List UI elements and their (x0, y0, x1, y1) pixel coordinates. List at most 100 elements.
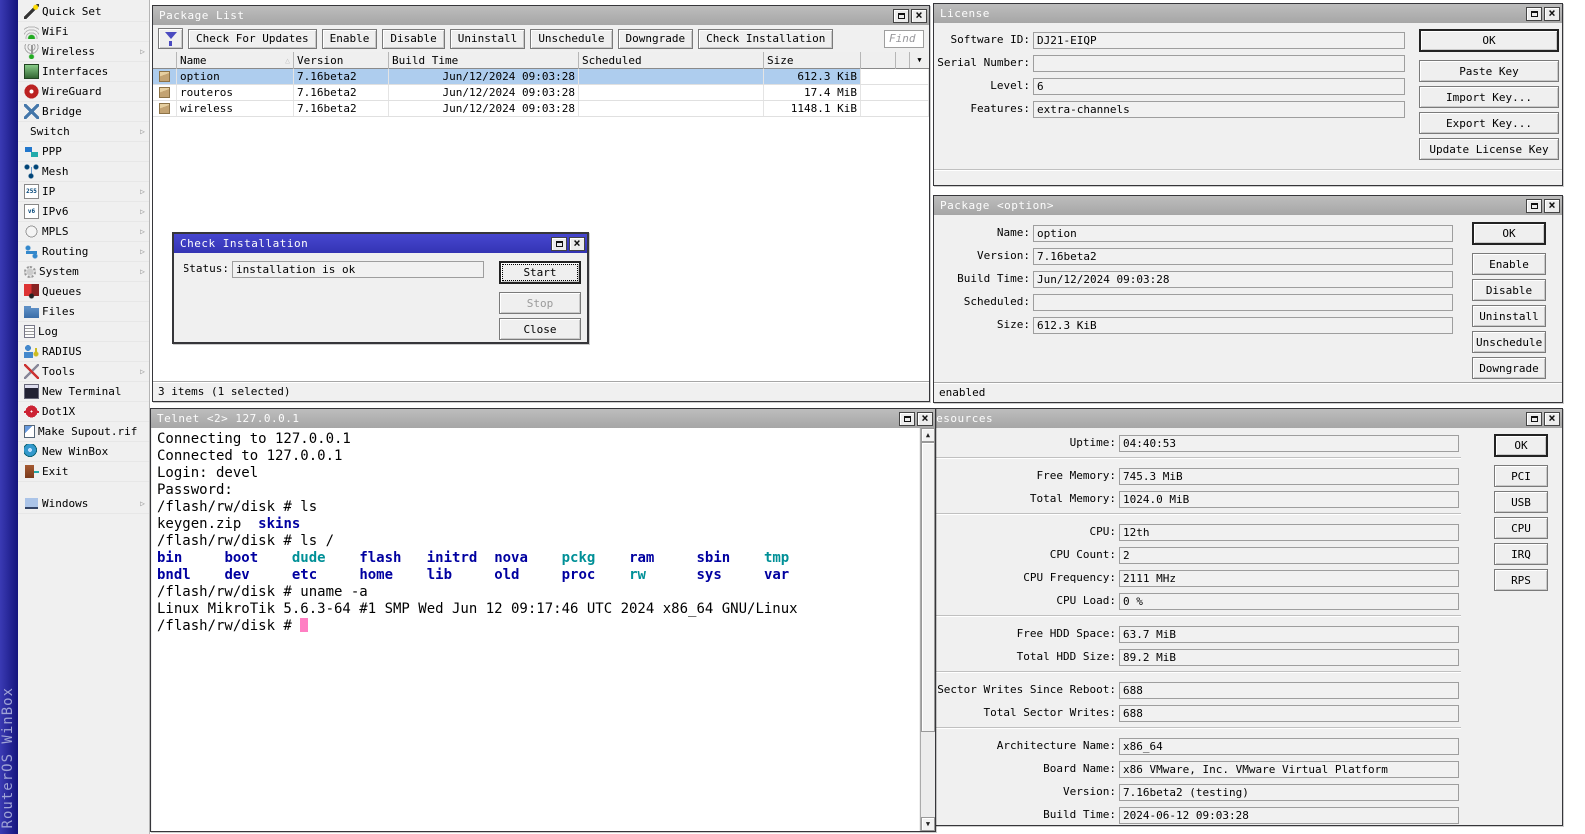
scroll-up-icon[interactable]: ▲ (921, 428, 935, 442)
close-button[interactable]: × (917, 412, 933, 426)
sidebar-item-interfaces[interactable]: Interfaces (18, 62, 149, 82)
toolbar-button-uninstall[interactable]: Uninstall (450, 29, 526, 49)
column-header-version[interactable]: Version (294, 52, 389, 69)
sidebar-item-new-winbox[interactable]: New WinBox (18, 442, 149, 462)
name-field[interactable]: option (1033, 225, 1453, 242)
close-button[interactable]: × (911, 9, 927, 23)
sector-writes-since-reboot-field[interactable]: 688 (1119, 682, 1459, 699)
package-unschedule-button[interactable]: Unschedule (1472, 331, 1546, 353)
sidebar-item-wireguard[interactable]: WireGuard (18, 82, 149, 102)
close-button[interactable]: × (1544, 199, 1560, 213)
board-name-field[interactable]: x86 VMware, Inc. VMware Virtual Platform (1119, 761, 1459, 778)
version-field[interactable]: 7.16beta2 (testing) (1119, 784, 1459, 801)
license-update-license-key-button[interactable]: Update License Key (1419, 138, 1559, 160)
scrollbar-thumb[interactable] (921, 442, 935, 732)
software-id-field[interactable]: DJ21-EIQP (1033, 32, 1405, 49)
toolbar-button-check-for-updates[interactable]: Check For Updates (188, 29, 317, 49)
column-header-build-time[interactable]: Build Time (389, 52, 579, 69)
resources-rps-button[interactable]: RPS (1494, 569, 1548, 591)
maximize-button[interactable] (899, 412, 915, 426)
terminal-output[interactable]: Connecting to 127.0.0.1Connected to 127.… (152, 428, 919, 831)
terminal-scrollbar[interactable]: ▲ ▼ (920, 428, 935, 831)
close-button[interactable]: × (1544, 7, 1560, 21)
license-import-key-button[interactable]: Import Key... (1419, 86, 1559, 108)
scheduled-field[interactable] (1033, 294, 1453, 311)
toolbar-button-check-installation[interactable]: Check Installation (698, 29, 833, 49)
sidebar-item-wifi[interactable]: WiFi (18, 22, 149, 42)
package-list-titlebar[interactable]: Package List × (153, 6, 929, 25)
check-installation-titlebar[interactable]: Check Installation × (174, 234, 587, 253)
sidebar-item-bridge[interactable]: Bridge (18, 102, 149, 122)
size-field[interactable]: 612.3 KiB (1033, 317, 1453, 334)
sidebar-item-queues[interactable]: Queues (18, 282, 149, 302)
package-disable-button[interactable]: Disable (1472, 279, 1546, 301)
maximize-button[interactable] (551, 237, 567, 251)
maximize-button[interactable] (1526, 7, 1542, 21)
table-row-routeros[interactable]: routeros7.16beta2Jun/12/2024 09:03:2817.… (153, 85, 929, 101)
license-titlebar[interactable]: License × (934, 4, 1562, 23)
license-export-key-button[interactable]: Export Key... (1419, 112, 1559, 134)
package-enable-button[interactable]: Enable (1472, 253, 1546, 275)
cpu-load-field[interactable]: 0 % (1119, 593, 1459, 610)
sidebar-item-radius[interactable]: RADIUS (18, 342, 149, 362)
scroll-down-icon[interactable]: ▼ (921, 817, 935, 831)
toolbar-button-downgrade[interactable]: Downgrade (618, 29, 694, 49)
toolbar-button-unschedule[interactable]: Unschedule (530, 29, 612, 49)
close-button[interactable]: × (569, 237, 585, 251)
cpu-frequency-field[interactable]: 2111 MHz (1119, 570, 1459, 587)
check-close-button[interactable]: Close (499, 318, 581, 340)
filter-button[interactable] (158, 28, 183, 49)
sidebar-item-mesh[interactable]: Mesh (18, 162, 149, 182)
package-option-titlebar[interactable]: Package <option> × (934, 196, 1562, 215)
sidebar-item-ppp[interactable]: PPP (18, 142, 149, 162)
sidebar-item-wireless[interactable]: Wireless▷ (18, 42, 149, 62)
sidebar-item-quick-set[interactable]: Quick Set (18, 2, 149, 22)
total-hdd-size-field[interactable]: 89.2 MiB (1119, 649, 1459, 666)
column-header-name[interactable]: Name△ (177, 52, 294, 69)
sidebar-item-exit[interactable]: Exit (18, 462, 149, 482)
free-hdd-space-field[interactable]: 63.7 MiB (1119, 626, 1459, 643)
telnet-titlebar[interactable]: Telnet <2> 127.0.0.1 × (151, 409, 935, 428)
sidebar-item-switch[interactable]: Switch▷ (18, 122, 149, 142)
build-time-field[interactable]: Jun/12/2024 09:03:28 (1033, 271, 1453, 288)
sidebar-item-ipv6[interactable]: v6IPv6▷ (18, 202, 149, 222)
version-field[interactable]: 7.16beta2 (1033, 248, 1453, 265)
scrollbar-track[interactable] (921, 732, 935, 817)
resources-pci-button[interactable]: PCI (1494, 465, 1548, 487)
free-memory-field[interactable]: 745.3 MiB (1119, 468, 1459, 485)
sidebar-item-ip[interactable]: 255IP▷ (18, 182, 149, 202)
toolbar-button-disable[interactable]: Disable (382, 29, 444, 49)
sidebar-item-system[interactable]: System▷ (18, 262, 149, 282)
resources-cpu-button[interactable]: CPU (1494, 517, 1548, 539)
resources-usb-button[interactable]: USB (1494, 491, 1548, 513)
column-header-blank[interactable] (861, 52, 896, 69)
package-downgrade-button[interactable]: Downgrade (1472, 357, 1546, 379)
cpu-field[interactable]: 12th (1119, 524, 1459, 541)
cpu-count-field[interactable]: 2 (1119, 547, 1459, 564)
resources-irq-button[interactable]: IRQ (1494, 543, 1548, 565)
sidebar-item-dot1x[interactable]: Dot1X (18, 402, 149, 422)
status-field[interactable]: installation is ok (232, 261, 484, 278)
table-row-option[interactable]: option7.16beta2Jun/12/2024 09:03:28612.3… (153, 69, 929, 85)
sidebar-item-files[interactable]: Files (18, 302, 149, 322)
sidebar-item-mpls[interactable]: MPLS▷ (18, 222, 149, 242)
find-input[interactable]: Find (884, 30, 924, 48)
sidebar-item-new-terminal[interactable]: New Terminal (18, 382, 149, 402)
check-stop-button[interactable]: Stop (499, 292, 581, 314)
sidebar-item-log[interactable]: Log (18, 322, 149, 342)
column-header-blank[interactable] (153, 52, 177, 69)
column-header-scheduled[interactable]: Scheduled (579, 52, 764, 69)
maximize-button[interactable] (1526, 412, 1542, 426)
maximize-button[interactable] (1526, 199, 1542, 213)
sidebar-item-make-supout[interactable]: Make Supout.rif (18, 422, 149, 442)
sidebar-item-tools[interactable]: Tools▷ (18, 362, 149, 382)
column-header-size[interactable]: Size (764, 52, 861, 69)
total-memory-field[interactable]: 1024.0 MiB (1119, 491, 1459, 508)
table-row-wireless[interactable]: wireless7.16beta2Jun/12/2024 09:03:28114… (153, 101, 929, 117)
close-button[interactable]: × (1544, 412, 1560, 426)
column-dropdown-button[interactable]: ▼ (909, 52, 929, 68)
check-start-button[interactable]: Start (499, 261, 581, 284)
license-paste-key-button[interactable]: Paste Key (1419, 60, 1559, 82)
uptime-field[interactable]: 04:40:53 (1119, 435, 1459, 452)
build-time-field[interactable]: 2024-06-12 09:03:28 (1119, 807, 1459, 824)
